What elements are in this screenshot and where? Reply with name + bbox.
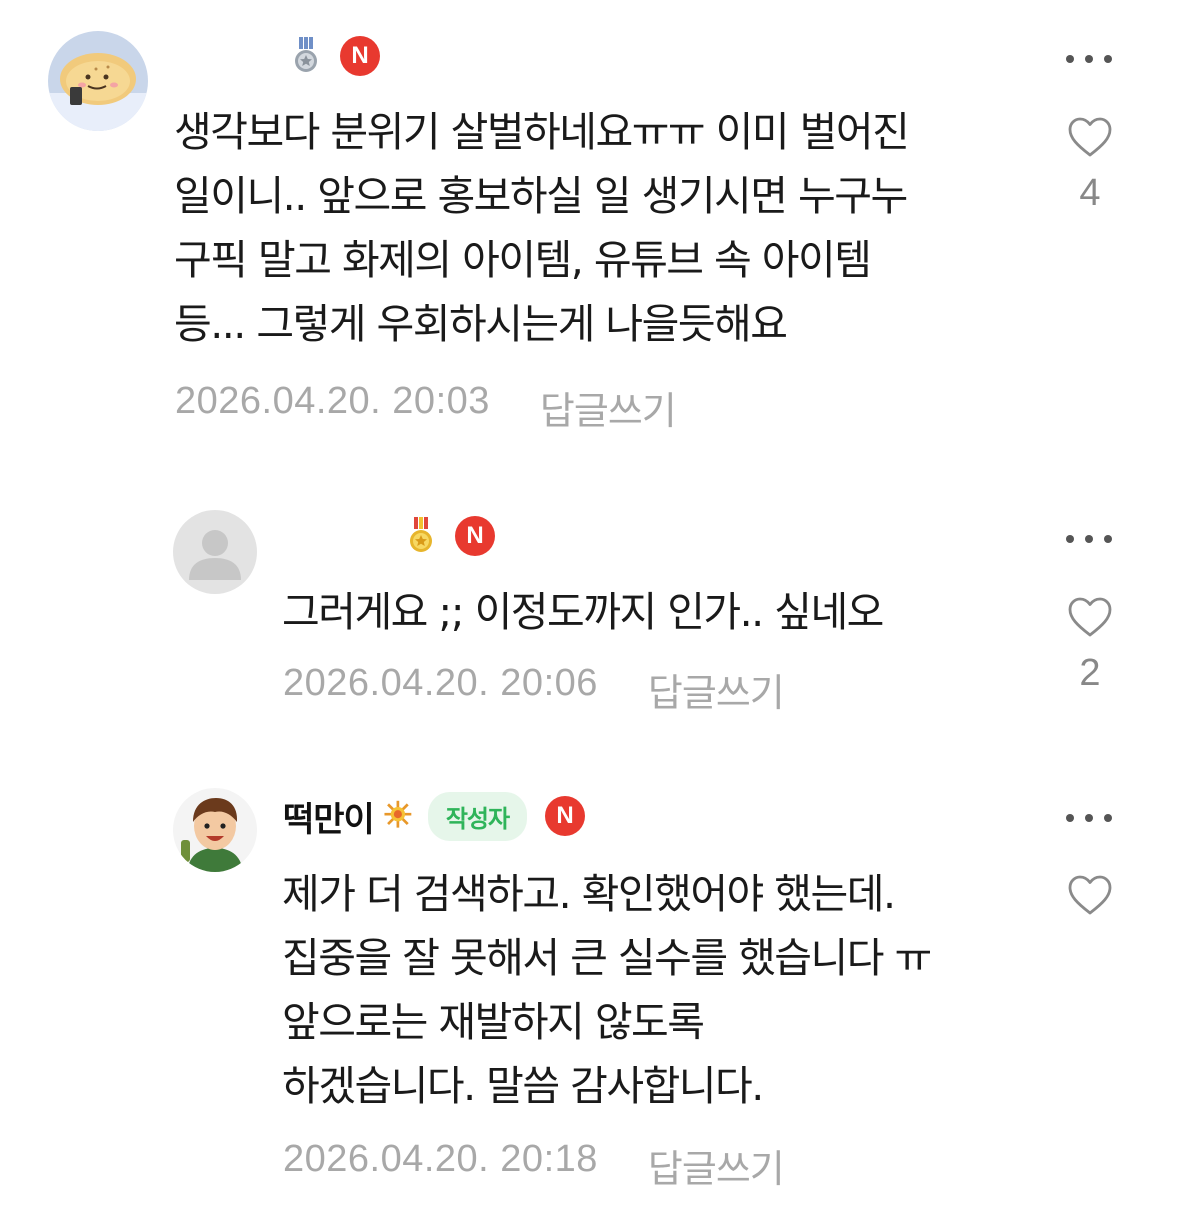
more-options-button[interactable] bbox=[1066, 52, 1112, 66]
comment-header: N bbox=[176, 34, 380, 78]
heart-icon bbox=[1068, 117, 1112, 157]
like-button[interactable]: 2 bbox=[1066, 596, 1114, 695]
silver-medal-icon bbox=[295, 37, 317, 72]
comment-text: 생각보다 분위기 살벌하네요ㅠㅠ 이미 벌어진 일이니.. 앞으로 홍보하실 일… bbox=[174, 108, 910, 348]
cartoon-boy-avatar-icon bbox=[173, 788, 257, 872]
comment-meta: 2026.04.20. 20:18 답글쓰기 bbox=[283, 1138, 785, 1193]
comment-date: 2026.04.20. 20:18 bbox=[283, 1138, 598, 1180]
more-icon bbox=[1066, 535, 1074, 543]
more-icon-dot bbox=[1085, 814, 1093, 822]
new-badge: N bbox=[455, 516, 495, 556]
heart-icon bbox=[1068, 875, 1112, 915]
more-options-button[interactable] bbox=[1066, 811, 1112, 825]
comment-meta: 2026.04.20. 20:03 답글쓰기 bbox=[175, 380, 677, 435]
more-icon-dot bbox=[1085, 55, 1093, 63]
author-name[interactable]: 떡만이 bbox=[283, 792, 375, 841]
avatar[interactable] bbox=[173, 788, 257, 872]
more-options-button[interactable] bbox=[1066, 532, 1112, 546]
like-count: 2 bbox=[1079, 652, 1101, 694]
bread-character-avatar-icon bbox=[48, 31, 148, 131]
more-icon-dot bbox=[1104, 535, 1112, 543]
like-button[interactable]: 4 bbox=[1066, 116, 1114, 215]
comment-header: N bbox=[283, 514, 495, 558]
comment-meta: 2026.04.20. 20:06 답글쓰기 bbox=[283, 662, 785, 717]
comment-text: 그러게요 ;; 이정도까지 인가.. 싶네오 bbox=[282, 588, 884, 636]
more-icon-dot bbox=[1104, 814, 1112, 822]
like-button[interactable] bbox=[1066, 874, 1114, 930]
like-count: 4 bbox=[1079, 172, 1101, 214]
more-icon bbox=[1066, 814, 1074, 822]
new-badge: N bbox=[340, 36, 380, 76]
writer-badge: 작성자 bbox=[427, 791, 528, 841]
more-icon bbox=[1066, 55, 1074, 63]
default-profile-avatar-icon bbox=[173, 510, 257, 594]
gold-medal-icon bbox=[410, 517, 432, 552]
reply-button[interactable]: 답글쓰기 bbox=[540, 380, 677, 435]
reply-button[interactable]: 답글쓰기 bbox=[648, 1138, 785, 1193]
new-badge: N bbox=[545, 796, 586, 836]
more-icon-dot bbox=[1085, 535, 1093, 543]
avatar[interactable] bbox=[48, 31, 148, 131]
sun-medal-icon bbox=[384, 800, 412, 828]
comment-header: 떡만이 작성자 N bbox=[283, 791, 586, 841]
comment-date: 2026.04.20. 20:03 bbox=[175, 380, 490, 422]
reply-button[interactable]: 답글쓰기 bbox=[648, 662, 785, 717]
more-icon-dot bbox=[1104, 55, 1112, 63]
heart-icon bbox=[1068, 597, 1112, 637]
comment-date: 2026.04.20. 20:06 bbox=[283, 662, 598, 704]
comment-text: 제가 더 검색하고. 확인했어야 했는데. 집중을 잘 못해서 큰 실수를 했습… bbox=[282, 870, 932, 1110]
avatar[interactable] bbox=[173, 510, 257, 594]
